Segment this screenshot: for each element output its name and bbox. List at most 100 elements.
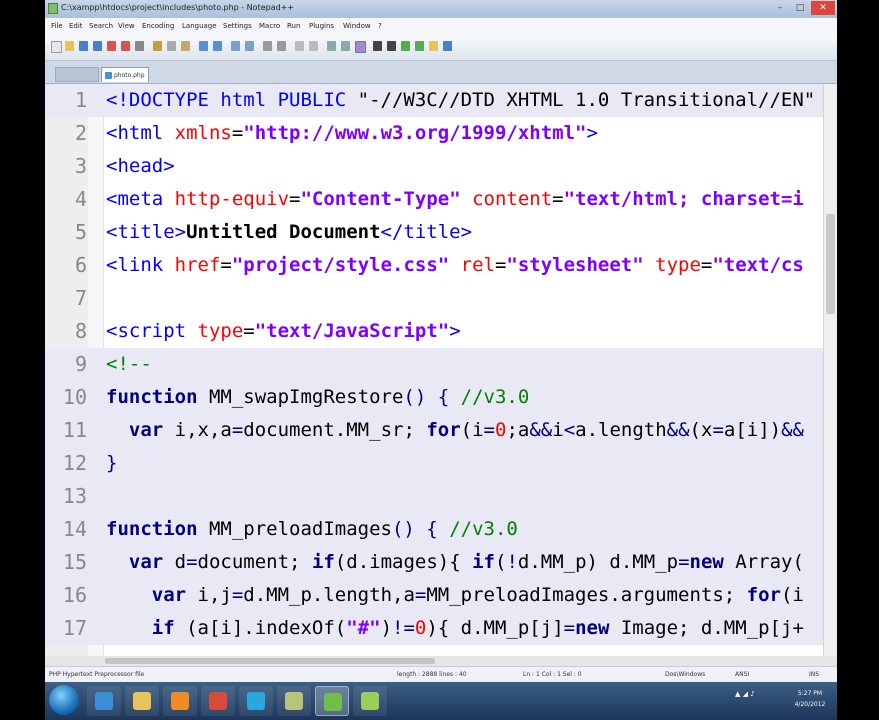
taskbar-app[interactable] xyxy=(315,686,349,716)
start-button[interactable] xyxy=(49,685,79,715)
code-line[interactable]: 14 function MM_preloadImages() { //v3.0 xyxy=(45,513,827,546)
menu-run[interactable]: Run xyxy=(287,22,300,30)
taskbar-app[interactable] xyxy=(201,686,235,716)
code-token: i,x,a xyxy=(163,419,232,441)
word-wrap-icon[interactable] xyxy=(327,41,336,51)
code-token: "http://www.w3.org/1999/xhtml" xyxy=(243,122,587,144)
minimize-button[interactable]: – xyxy=(771,1,789,15)
menu-bar: File Edit Search View Encoding Language … xyxy=(45,18,837,36)
code-text: <head> xyxy=(106,150,175,183)
close-button[interactable]: ✕ xyxy=(811,1,835,15)
code-text: <html xmlns="http://www.w3.org/1999/xhtm… xyxy=(106,117,598,150)
extra-tool-icon[interactable] xyxy=(443,41,452,51)
vertical-scrollbar[interactable] xyxy=(823,84,837,656)
taskbar-app[interactable] xyxy=(125,686,159,716)
taskbar-app[interactable] xyxy=(353,686,387,716)
menu-view[interactable]: View xyxy=(118,22,135,30)
code-line[interactable]: 8 <script type="text/JavaScript"> xyxy=(45,315,827,348)
code-line[interactable]: 11 var i,x,a=document.MM_sr; for(i=0;a&&… xyxy=(45,414,827,447)
code-token: < xyxy=(563,419,576,441)
taskbar-app[interactable] xyxy=(87,686,121,716)
redo-icon[interactable] xyxy=(213,41,222,51)
code-token: = xyxy=(231,584,244,606)
code-token: type xyxy=(643,254,701,276)
menu-search[interactable]: Search xyxy=(89,22,113,30)
taskbar-app[interactable] xyxy=(277,686,311,716)
code-line[interactable]: 7 xyxy=(45,282,827,315)
close-file-icon[interactable] xyxy=(107,41,116,51)
line-number: 1 xyxy=(74,88,87,112)
code-editor[interactable]: 1 <!DOCTYPE html PUBLIC "-//W3C//DTD XHTM… xyxy=(45,84,837,656)
menu-plugins[interactable]: Plugins xyxy=(309,22,334,30)
code-text: function MM_swapImgRestore() { //v3.0 xyxy=(106,381,529,414)
tray-icons[interactable]: ▲ ◢ ♪ xyxy=(735,690,755,698)
menu-language[interactable]: Language xyxy=(182,22,217,30)
code-line[interactable]: 3 <head> xyxy=(45,150,827,183)
code-token: } xyxy=(106,452,118,474)
code-line[interactable]: 10 function MM_swapImgRestore() { //v3.0 xyxy=(45,381,827,414)
new-file-icon[interactable] xyxy=(51,41,62,53)
code-line[interactable]: 17 if (a[i].indexOf("#")!=0){ d.MM_p[j]=… xyxy=(45,612,827,645)
stop-macro-icon[interactable] xyxy=(387,41,396,51)
code-token: //v3.0 xyxy=(460,386,530,408)
code-token: = xyxy=(220,254,232,276)
code-text: function MM_preloadImages() { //v3.0 xyxy=(106,513,518,546)
menu-file[interactable]: File xyxy=(51,22,63,30)
menu-settings[interactable]: Settings xyxy=(223,22,252,30)
run-macro-multiple-icon[interactable] xyxy=(415,41,424,51)
show-all-chars-icon[interactable] xyxy=(341,41,350,51)
code-line[interactable]: 5 <title>Untitled Document</title> xyxy=(45,216,827,249)
code-line[interactable]: 2 <html xmlns="http://www.w3.org/1999/xht… xyxy=(45,117,827,150)
record-macro-icon[interactable] xyxy=(373,41,382,51)
save-all-icon[interactable] xyxy=(93,41,102,51)
save-macro-icon[interactable] xyxy=(429,41,438,51)
code-token: (x xyxy=(689,419,713,441)
code-token: = xyxy=(494,254,507,276)
tab-photo-php[interactable]: photo.php xyxy=(101,67,149,82)
code-token: Untitled Document xyxy=(186,221,381,243)
code-line[interactable]: 15 var d=document; if(d.images){ if(!d.M… xyxy=(45,546,827,579)
cut-icon[interactable] xyxy=(153,41,162,51)
play-macro-icon[interactable] xyxy=(401,41,410,51)
horizontal-scroll-thumb[interactable] xyxy=(105,658,435,664)
print-icon[interactable] xyxy=(135,41,144,51)
vertical-scroll-thumb[interactable] xyxy=(826,214,835,314)
menu-macro[interactable]: Macro xyxy=(259,22,280,30)
close-all-icon[interactable] xyxy=(121,41,130,51)
taskbar-app[interactable] xyxy=(163,686,197,716)
paste-icon[interactable] xyxy=(181,41,190,51)
replace-icon[interactable] xyxy=(245,41,254,51)
code-line[interactable]: 9 <!-- xyxy=(45,348,827,381)
tab-inactive[interactable] xyxy=(55,67,99,82)
code-token: ) xyxy=(380,617,393,639)
clock[interactable]: 5:27 PM 4/20/2012 xyxy=(785,688,835,710)
menu-window[interactable]: Window xyxy=(343,22,371,30)
menu-help[interactable]: ? xyxy=(378,22,382,30)
save-icon[interactable] xyxy=(79,41,88,51)
code-line[interactable]: 13 xyxy=(45,480,827,513)
code-line[interactable]: 6 <link href="project/style.css" rel="sty… xyxy=(45,249,827,282)
taskbar-app[interactable] xyxy=(239,686,273,716)
zoom-in-icon[interactable] xyxy=(263,41,272,51)
zoom-out-icon[interactable] xyxy=(277,41,286,51)
open-file-icon[interactable] xyxy=(65,41,74,51)
undo-icon[interactable] xyxy=(199,41,208,51)
indent-guide-icon[interactable] xyxy=(355,41,366,53)
menu-encoding[interactable]: Encoding xyxy=(142,22,174,30)
code-line[interactable]: 12} xyxy=(45,447,827,480)
code-token: <link xyxy=(106,254,175,276)
status-length: length : 2888 lines : 40 xyxy=(397,671,467,678)
code-line[interactable]: 16 var i,j=d.MM_p.length,a=MM_preloadIma… xyxy=(45,579,827,612)
find-icon[interactable] xyxy=(231,41,240,51)
code-token: () { xyxy=(391,518,450,540)
menu-edit[interactable]: Edit xyxy=(69,22,83,30)
maximize-button[interactable]: □ xyxy=(791,1,809,15)
line-number: 10 xyxy=(62,385,87,409)
code-line[interactable]: 4 <meta http-equiv="Content-Type" content… xyxy=(45,183,827,216)
code-line[interactable]: 1 <!DOCTYPE html PUBLIC "-//W3C//DTD XHTM… xyxy=(45,84,827,117)
notepadpp-icon xyxy=(324,693,342,711)
sync-scroll-h-icon[interactable] xyxy=(309,41,318,51)
sync-scroll-v-icon[interactable] xyxy=(295,41,304,51)
copy-icon[interactable] xyxy=(167,41,176,51)
horizontal-scrollbar[interactable] xyxy=(45,656,837,666)
